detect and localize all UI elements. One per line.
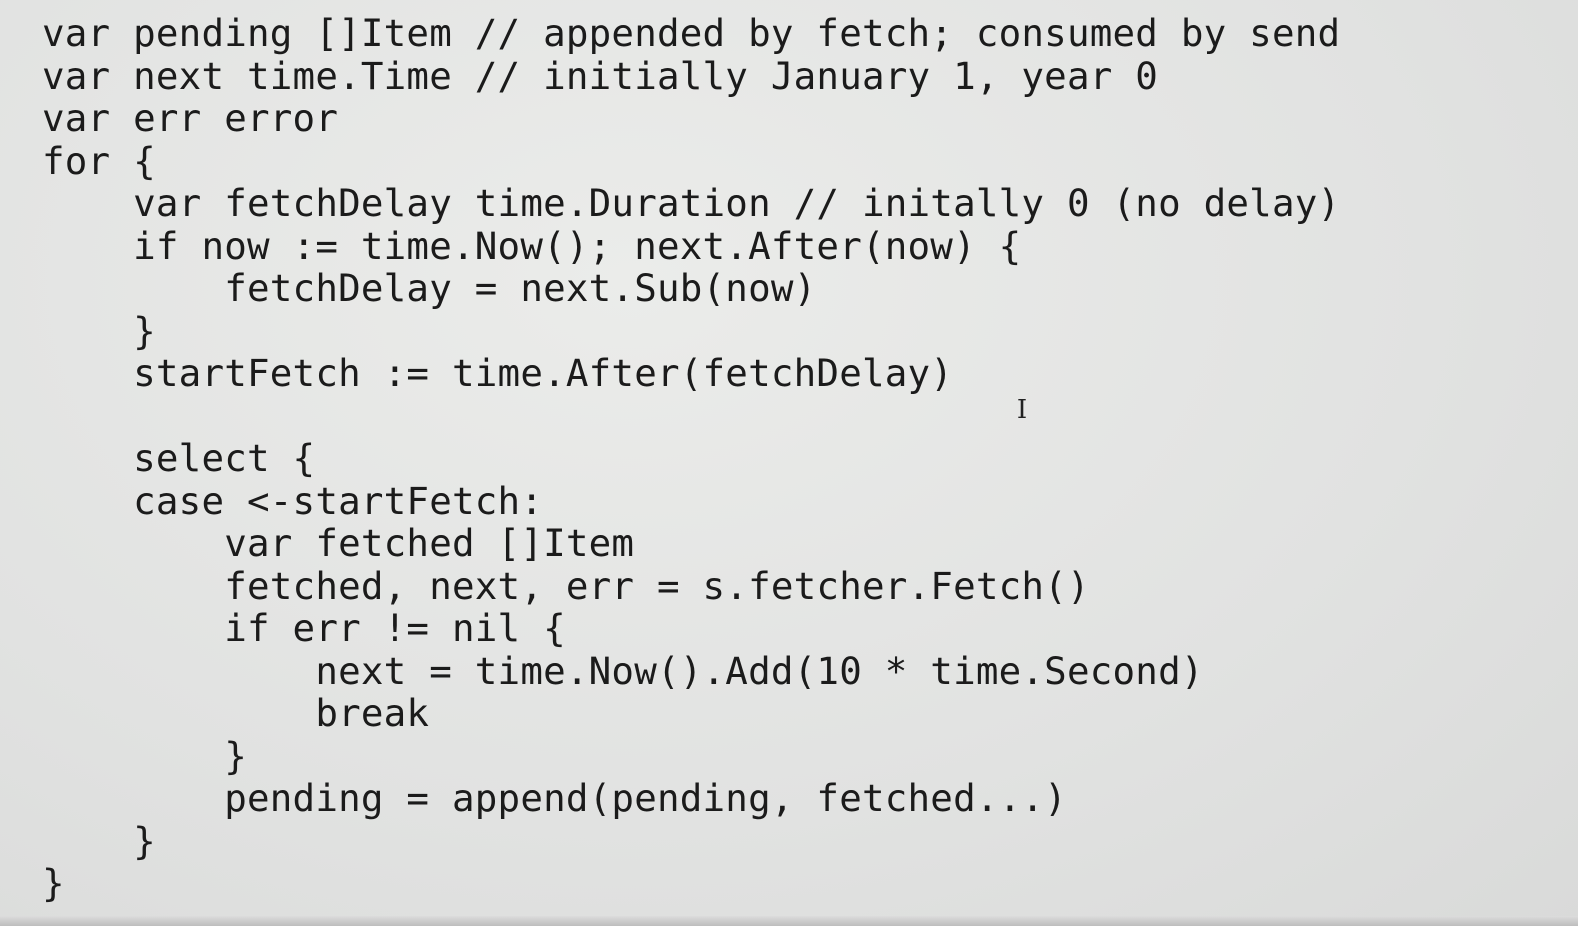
code-line: pending = append(pending, fetched...) (42, 776, 1067, 820)
code-line: break (42, 691, 430, 735)
code-line: select { (42, 436, 316, 480)
code-line: var err error (42, 96, 339, 140)
code-line: next = time.Now().Add(10 * time.Second) (42, 648, 1204, 693)
code-line: } (42, 733, 247, 778)
code-line: if now := time.Now(); next.After(now) { (42, 223, 1022, 268)
code-line: var next time.Time // initially January … (42, 53, 1159, 98)
code-slide: var pending []Item // appended by fetch;… (0, 0, 1578, 926)
code-line: if err != nil { (42, 606, 566, 650)
code-line: fetchDelay = next.Sub(now) (42, 266, 817, 310)
code-line: } (42, 861, 65, 905)
code-line: var pending []Item // appended by fetch;… (42, 11, 1341, 55)
code-line: var fetched []Item (42, 521, 635, 565)
code-line: case <-startFetch: (42, 478, 544, 523)
code-line: } (42, 308, 156, 353)
code-line: for { (42, 138, 156, 183)
code-line: startFetch := time.After(fetchDelay) (42, 351, 954, 395)
code-line: } (42, 818, 156, 863)
code-line: fetched, next, err = s.fetcher.Fetch() (42, 563, 1090, 608)
bottom-edge (0, 916, 1578, 926)
code-line: var fetchDelay time.Duration // initally… (42, 181, 1341, 225)
code-block: var pending []Item // appended by fetch;… (42, 12, 1340, 905)
i-beam-cursor-icon: I (1016, 395, 1028, 425)
